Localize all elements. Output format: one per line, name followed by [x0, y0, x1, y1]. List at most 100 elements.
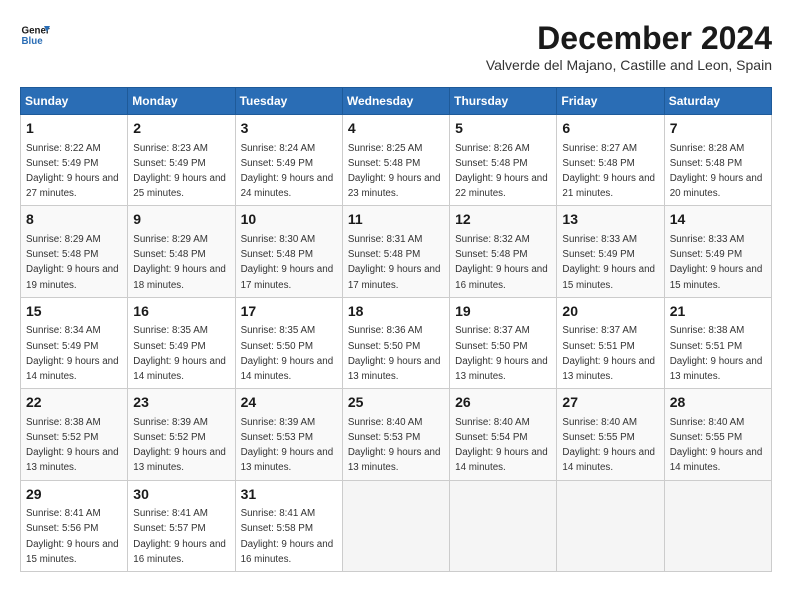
day-number: 10 [241, 210, 337, 230]
calendar-title: December 2024 [486, 20, 772, 57]
day-number: 13 [562, 210, 658, 230]
calendar-table: SundayMondayTuesdayWednesdayThursdayFrid… [20, 87, 772, 572]
day-number: 9 [133, 210, 229, 230]
title-block: December 2024 Valverde del Majano, Casti… [486, 20, 772, 83]
day-info: Sunrise: 8:35 AMSunset: 5:50 PMDaylight:… [241, 325, 334, 382]
day-number: 1 [26, 119, 122, 139]
day-info: Sunrise: 8:23 AMSunset: 5:49 PMDaylight:… [133, 143, 226, 200]
day-info: Sunrise: 8:39 AMSunset: 5:52 PMDaylight:… [133, 417, 226, 474]
day-number: 6 [562, 119, 658, 139]
day-number: 14 [670, 210, 766, 230]
calendar-cell: 29 Sunrise: 8:41 AMSunset: 5:56 PMDaylig… [21, 480, 128, 571]
day-info: Sunrise: 8:31 AMSunset: 5:48 PMDaylight:… [348, 234, 441, 291]
day-number: 4 [348, 119, 444, 139]
calendar-cell: 7 Sunrise: 8:28 AMSunset: 5:48 PMDayligh… [664, 115, 771, 206]
calendar-cell: 26 Sunrise: 8:40 AMSunset: 5:54 PMDaylig… [450, 389, 557, 480]
weekday-header: Friday [557, 88, 664, 115]
day-info: Sunrise: 8:36 AMSunset: 5:50 PMDaylight:… [348, 325, 441, 382]
day-number: 5 [455, 119, 551, 139]
day-info: Sunrise: 8:37 AMSunset: 5:51 PMDaylight:… [562, 325, 655, 382]
svg-text:Blue: Blue [22, 36, 44, 47]
calendar-cell: 23 Sunrise: 8:39 AMSunset: 5:52 PMDaylig… [128, 389, 235, 480]
calendar-week-row: 8 Sunrise: 8:29 AMSunset: 5:48 PMDayligh… [21, 206, 772, 297]
day-info: Sunrise: 8:40 AMSunset: 5:55 PMDaylight:… [670, 417, 763, 474]
day-number: 7 [670, 119, 766, 139]
day-info: Sunrise: 8:40 AMSunset: 5:53 PMDaylight:… [348, 417, 441, 474]
day-number: 28 [670, 393, 766, 413]
day-info: Sunrise: 8:33 AMSunset: 5:49 PMDaylight:… [562, 234, 655, 291]
calendar-week-row: 22 Sunrise: 8:38 AMSunset: 5:52 PMDaylig… [21, 389, 772, 480]
day-info: Sunrise: 8:22 AMSunset: 5:49 PMDaylight:… [26, 143, 119, 200]
day-number: 3 [241, 119, 337, 139]
calendar-cell: 12 Sunrise: 8:32 AMSunset: 5:48 PMDaylig… [450, 206, 557, 297]
day-number: 23 [133, 393, 229, 413]
day-info: Sunrise: 8:27 AMSunset: 5:48 PMDaylight:… [562, 143, 655, 200]
day-number: 26 [455, 393, 551, 413]
day-number: 22 [26, 393, 122, 413]
day-info: Sunrise: 8:40 AMSunset: 5:54 PMDaylight:… [455, 417, 548, 474]
calendar-cell: 24 Sunrise: 8:39 AMSunset: 5:53 PMDaylig… [235, 389, 342, 480]
calendar-cell: 22 Sunrise: 8:38 AMSunset: 5:52 PMDaylig… [21, 389, 128, 480]
day-info: Sunrise: 8:30 AMSunset: 5:48 PMDaylight:… [241, 234, 334, 291]
day-number: 27 [562, 393, 658, 413]
weekday-header: Saturday [664, 88, 771, 115]
day-info: Sunrise: 8:41 AMSunset: 5:58 PMDaylight:… [241, 508, 334, 565]
day-info: Sunrise: 8:24 AMSunset: 5:49 PMDaylight:… [241, 143, 334, 200]
day-number: 2 [133, 119, 229, 139]
weekday-header: Wednesday [342, 88, 449, 115]
calendar-cell: 19 Sunrise: 8:37 AMSunset: 5:50 PMDaylig… [450, 297, 557, 388]
weekday-header: Tuesday [235, 88, 342, 115]
day-info: Sunrise: 8:29 AMSunset: 5:48 PMDaylight:… [26, 234, 119, 291]
day-number: 17 [241, 302, 337, 322]
calendar-cell: 13 Sunrise: 8:33 AMSunset: 5:49 PMDaylig… [557, 206, 664, 297]
weekday-header: Monday [128, 88, 235, 115]
day-number: 30 [133, 485, 229, 505]
calendar-cell: 10 Sunrise: 8:30 AMSunset: 5:48 PMDaylig… [235, 206, 342, 297]
day-info: Sunrise: 8:28 AMSunset: 5:48 PMDaylight:… [670, 143, 763, 200]
header-row: SundayMondayTuesdayWednesdayThursdayFrid… [21, 88, 772, 115]
calendar-cell: 4 Sunrise: 8:25 AMSunset: 5:48 PMDayligh… [342, 115, 449, 206]
calendar-cell: 14 Sunrise: 8:33 AMSunset: 5:49 PMDaylig… [664, 206, 771, 297]
day-number: 11 [348, 210, 444, 230]
day-number: 16 [133, 302, 229, 322]
day-number: 20 [562, 302, 658, 322]
calendar-week-row: 29 Sunrise: 8:41 AMSunset: 5:56 PMDaylig… [21, 480, 772, 571]
calendar-cell [557, 480, 664, 571]
day-info: Sunrise: 8:41 AMSunset: 5:57 PMDaylight:… [133, 508, 226, 565]
day-info: Sunrise: 8:38 AMSunset: 5:51 PMDaylight:… [670, 325, 763, 382]
day-number: 21 [670, 302, 766, 322]
calendar-cell: 21 Sunrise: 8:38 AMSunset: 5:51 PMDaylig… [664, 297, 771, 388]
day-info: Sunrise: 8:37 AMSunset: 5:50 PMDaylight:… [455, 325, 548, 382]
calendar-cell [664, 480, 771, 571]
day-number: 29 [26, 485, 122, 505]
day-info: Sunrise: 8:29 AMSunset: 5:48 PMDaylight:… [133, 234, 226, 291]
calendar-cell: 18 Sunrise: 8:36 AMSunset: 5:50 PMDaylig… [342, 297, 449, 388]
day-number: 24 [241, 393, 337, 413]
day-info: Sunrise: 8:41 AMSunset: 5:56 PMDaylight:… [26, 508, 119, 565]
calendar-cell [342, 480, 449, 571]
day-info: Sunrise: 8:34 AMSunset: 5:49 PMDaylight:… [26, 325, 119, 382]
day-number: 18 [348, 302, 444, 322]
day-number: 12 [455, 210, 551, 230]
weekday-header: Thursday [450, 88, 557, 115]
calendar-cell: 6 Sunrise: 8:27 AMSunset: 5:48 PMDayligh… [557, 115, 664, 206]
day-info: Sunrise: 8:25 AMSunset: 5:48 PMDaylight:… [348, 143, 441, 200]
calendar-cell: 28 Sunrise: 8:40 AMSunset: 5:55 PMDaylig… [664, 389, 771, 480]
calendar-cell: 9 Sunrise: 8:29 AMSunset: 5:48 PMDayligh… [128, 206, 235, 297]
weekday-header: Sunday [21, 88, 128, 115]
logo-icon: General Blue [20, 20, 50, 50]
day-info: Sunrise: 8:38 AMSunset: 5:52 PMDaylight:… [26, 417, 119, 474]
day-info: Sunrise: 8:33 AMSunset: 5:49 PMDaylight:… [670, 234, 763, 291]
day-info: Sunrise: 8:32 AMSunset: 5:48 PMDaylight:… [455, 234, 548, 291]
calendar-cell: 16 Sunrise: 8:35 AMSunset: 5:49 PMDaylig… [128, 297, 235, 388]
calendar-cell: 8 Sunrise: 8:29 AMSunset: 5:48 PMDayligh… [21, 206, 128, 297]
calendar-week-row: 1 Sunrise: 8:22 AMSunset: 5:49 PMDayligh… [21, 115, 772, 206]
calendar-cell: 30 Sunrise: 8:41 AMSunset: 5:57 PMDaylig… [128, 480, 235, 571]
calendar-subtitle: Valverde del Majano, Castille and Leon, … [486, 57, 772, 73]
calendar-cell: 20 Sunrise: 8:37 AMSunset: 5:51 PMDaylig… [557, 297, 664, 388]
day-info: Sunrise: 8:35 AMSunset: 5:49 PMDaylight:… [133, 325, 226, 382]
day-info: Sunrise: 8:26 AMSunset: 5:48 PMDaylight:… [455, 143, 548, 200]
calendar-cell: 1 Sunrise: 8:22 AMSunset: 5:49 PMDayligh… [21, 115, 128, 206]
calendar-cell: 25 Sunrise: 8:40 AMSunset: 5:53 PMDaylig… [342, 389, 449, 480]
calendar-cell: 11 Sunrise: 8:31 AMSunset: 5:48 PMDaylig… [342, 206, 449, 297]
